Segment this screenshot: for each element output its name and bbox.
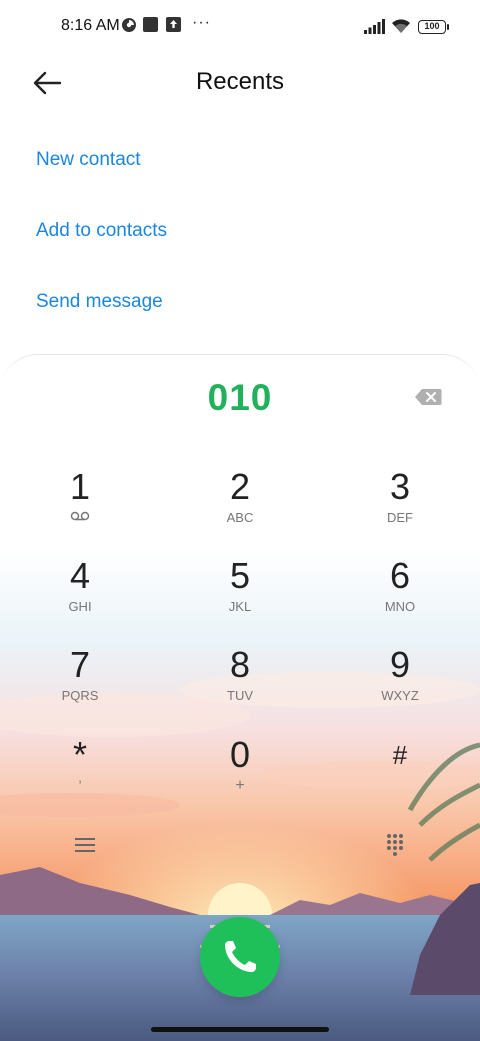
voicemail-icon — [70, 511, 90, 521]
backspace-icon[interactable] — [414, 388, 442, 406]
key-3[interactable]: 3 DEF — [350, 467, 450, 547]
key-letters: PQRS — [61, 688, 99, 703]
status-bar: 8:16 AM ··· 100 — [0, 0, 480, 56]
key-digit: 4 — [69, 555, 91, 596]
key-1[interactable]: 1 — [30, 467, 130, 547]
status-time: 8:16 AM — [61, 17, 120, 34]
key-letters: GHI — [68, 599, 92, 614]
key-5[interactable]: 5 JKL — [190, 556, 290, 636]
battery-tip — [447, 24, 449, 30]
key-digit: # — [392, 740, 408, 770]
key-9[interactable]: 9 WXYZ — [350, 645, 450, 725]
key-digit: 7 — [69, 644, 91, 685]
add-to-contacts-link[interactable]: Add to contacts — [36, 220, 167, 242]
key-4[interactable]: 4 GHI — [30, 556, 130, 636]
wifi-icon — [392, 19, 410, 33]
key-digit: 3 — [389, 466, 411, 507]
key-digit: 8 — [229, 644, 251, 685]
key-digit: 1 — [69, 466, 91, 507]
key-6[interactable]: 6 MNO — [350, 556, 450, 636]
key-letters: WXYZ — [381, 688, 419, 703]
key-8[interactable]: 8 TUV — [190, 645, 290, 725]
battery-level: 100 — [424, 21, 440, 31]
key-digit: 6 — [389, 555, 411, 596]
dialed-number: 010 — [207, 377, 273, 418]
key-letters: JKL — [228, 599, 252, 614]
key-digit: 2 — [229, 466, 251, 507]
key-letters: TUV — [227, 688, 253, 703]
home-indicator[interactable] — [151, 1027, 329, 1032]
dialer-panel: 010 1 2 ABC 3 DEF 4 GHI 5 JKL 6 MNO 7 PQ… — [0, 354, 480, 1041]
menu-icon[interactable] — [75, 837, 95, 853]
data-saver-icon — [122, 18, 136, 32]
key-digit: 0 — [229, 734, 251, 775]
key-letters: , — [78, 770, 82, 785]
key-letters: MNO — [384, 599, 416, 614]
key-hash[interactable]: # — [350, 735, 450, 815]
square-notification-icon — [143, 17, 158, 32]
key-letters: ABC — [226, 510, 254, 525]
call-button[interactable] — [200, 917, 280, 997]
more-notifications-indicator: ··· — [192, 14, 211, 31]
new-contact-link[interactable]: New contact — [36, 149, 141, 171]
phone-icon — [225, 941, 256, 972]
signal-icon — [364, 19, 385, 34]
key-letters: DEF — [387, 510, 413, 525]
key-2[interactable]: 2 ABC — [190, 467, 290, 547]
key-0[interactable]: 0 + — [190, 735, 290, 815]
key-letters: + — [235, 777, 245, 794]
key-digit: 9 — [389, 644, 411, 685]
app-header: Recents — [0, 56, 480, 112]
upload-notification-icon — [166, 17, 181, 32]
page-title: Recents — [195, 68, 285, 95]
key-7[interactable]: 7 PQRS — [30, 645, 130, 725]
battery-icon: 100 — [418, 20, 446, 34]
keypad-icon[interactable] — [385, 833, 405, 857]
key-star[interactable]: * , — [30, 735, 130, 815]
send-message-link[interactable]: Send message — [36, 291, 163, 313]
key-digit: 5 — [229, 555, 251, 596]
